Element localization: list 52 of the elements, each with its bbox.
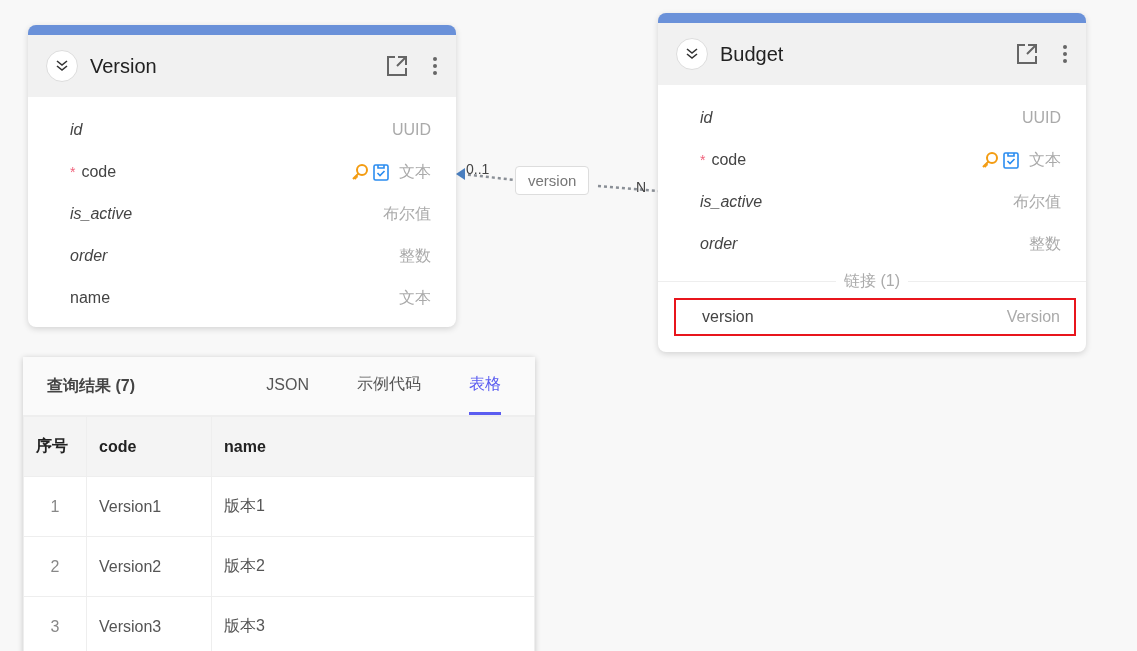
field-name: code xyxy=(711,151,748,169)
field-name: name xyxy=(70,289,112,307)
tab[interactable]: JSON xyxy=(266,357,309,415)
link-row[interactable]: version Version xyxy=(674,298,1076,336)
relation-label: version xyxy=(515,166,590,195)
clipboard-check-icon xyxy=(1003,151,1019,169)
open-external-icon[interactable] xyxy=(1016,43,1038,65)
tab[interactable]: 示例代码 xyxy=(357,357,421,415)
field-name: order xyxy=(70,247,109,265)
field-type: 整数 xyxy=(399,245,431,266)
field-type: 文本 xyxy=(399,161,431,182)
field-name: order xyxy=(700,235,739,253)
field-type: 文本 xyxy=(1029,149,1061,170)
open-external-icon[interactable] xyxy=(386,55,408,77)
column-header: code xyxy=(86,416,212,477)
field-name: is_active xyxy=(700,193,764,211)
entity-title: Version xyxy=(90,54,158,78)
link-name: version xyxy=(702,308,755,326)
links-heading: 链接 (1) xyxy=(844,271,900,291)
more-options-icon[interactable] xyxy=(1062,44,1068,64)
column-header: 序号 xyxy=(23,416,87,477)
field-name: code xyxy=(81,163,118,181)
required-asterisk: * xyxy=(700,152,706,168)
table-cell: 版本1 xyxy=(211,476,535,537)
double-chevron-icon xyxy=(55,59,69,73)
field-type: UUID xyxy=(391,121,431,139)
collapse-button[interactable] xyxy=(46,50,78,82)
panel-title: 查询结果 (7) xyxy=(47,375,136,396)
cardinality-label: 0..1 xyxy=(466,161,490,177)
cardinality-label: N xyxy=(636,179,647,195)
field-type: UUID xyxy=(1021,109,1061,127)
field-type: 文本 xyxy=(399,287,431,308)
field-name: id xyxy=(700,109,714,127)
clipboard-check-icon xyxy=(373,163,389,181)
double-chevron-icon xyxy=(685,47,699,61)
table-cell: 2 xyxy=(23,536,87,597)
table-cell: 版本2 xyxy=(211,536,535,597)
table-cell: 1 xyxy=(23,476,87,537)
field-type: 布尔值 xyxy=(383,203,431,224)
column-header: name xyxy=(211,416,535,477)
more-options-icon[interactable] xyxy=(432,56,438,76)
field-type: 布尔值 xyxy=(1013,191,1061,212)
table-cell: Version1 xyxy=(86,476,212,537)
link-target: Version xyxy=(1006,308,1060,326)
field-name: id xyxy=(70,121,84,139)
field-type: 整数 xyxy=(1029,233,1061,254)
table-cell: Version2 xyxy=(86,536,212,597)
entity-title: Budget xyxy=(720,42,785,66)
table-cell: 3 xyxy=(23,596,87,651)
required-asterisk: * xyxy=(70,164,76,180)
field-name: is_active xyxy=(70,205,134,223)
collapse-button[interactable] xyxy=(676,38,708,70)
